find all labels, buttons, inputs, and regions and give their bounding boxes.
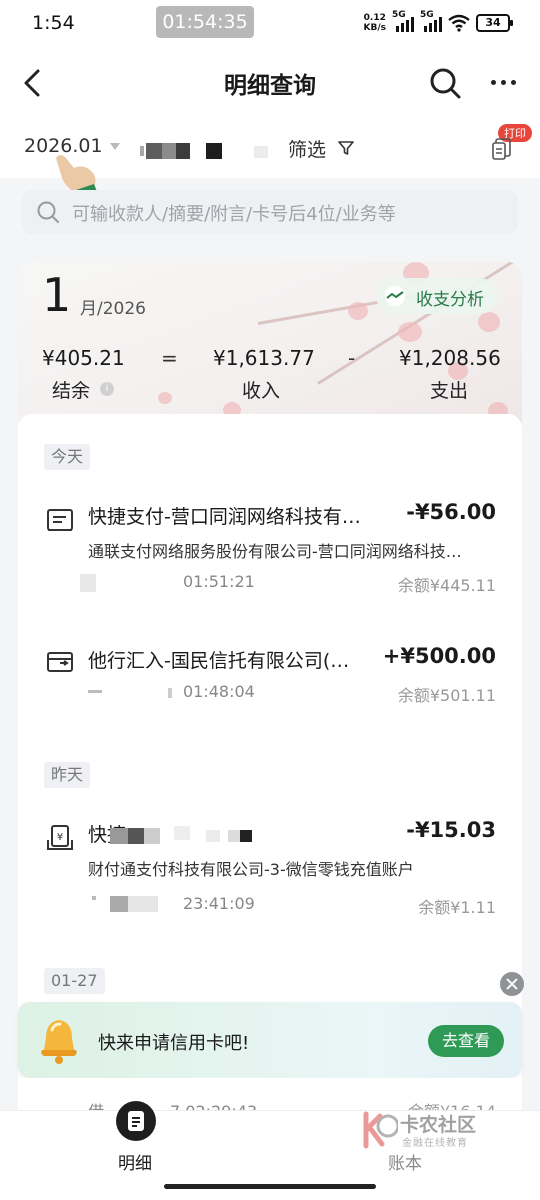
transaction-title: 他行汇入-国民信托有限公司(… xyxy=(88,650,350,672)
masked-info xyxy=(92,894,162,912)
watermark-logo: 卡农社区 金融在线教育 xyxy=(362,1110,482,1154)
transaction-row[interactable]: 他行汇入-国民信托有限公司(… +¥500.00 01:48:04 余额¥501… xyxy=(18,644,522,724)
transaction-row[interactable]: ¥ 快捷 -¥15.03 财付通支付科技有限公司-3-微信零钱充值账户 23:4… xyxy=(18,818,522,928)
minus-sign: - xyxy=(348,346,356,370)
chevron-down-icon[interactable] xyxy=(110,143,120,150)
search-icon[interactable] xyxy=(428,66,462,100)
signal-icon-2: 5G xyxy=(420,10,442,32)
summary-month-year: 月/2026 xyxy=(80,299,146,319)
receipt-icon xyxy=(46,506,74,534)
credit-card-promo-banner[interactable]: 快来申请信用卡吧! 去查看 xyxy=(18,1002,522,1078)
balance-value: ¥405.21 xyxy=(42,346,125,370)
bell-icon xyxy=(36,1016,82,1066)
yuan-document-icon: ¥ xyxy=(46,824,74,852)
signal-icon: 5G xyxy=(392,10,414,32)
analysis-label: 收支分析 xyxy=(416,290,484,310)
transaction-time: 01:51:21 xyxy=(183,572,255,591)
status-time: 1:54 xyxy=(32,12,75,34)
month-summary-card: 1 月/2026 收支分析 ¥405.21 = ¥1,613.77 - ¥1,2… xyxy=(18,262,522,432)
transaction-row[interactable]: 快捷支付-营口同润网络科技有… -¥56.00 通联支付网络服务股份有限公司-营… xyxy=(18,500,522,610)
close-icon[interactable] xyxy=(500,972,524,996)
expense-label: 支出 xyxy=(430,380,469,402)
promo-view-button[interactable]: 去查看 xyxy=(428,1025,504,1057)
transaction-desc: 财付通支付科技有限公司-3-微信零钱充值账户 xyxy=(88,860,414,879)
masked-account xyxy=(140,143,270,159)
transaction-balance: 余额¥1.11 xyxy=(418,898,496,917)
decor-blossom xyxy=(478,312,500,332)
transaction-desc: 通联支付网络服务股份有限公司-营口同润网络科技… xyxy=(88,542,462,561)
equals-sign: = xyxy=(161,346,178,370)
decor-blossom xyxy=(398,322,422,342)
search-icon xyxy=(36,200,60,224)
tab-label: 明细 xyxy=(118,1154,152,1174)
watermark-name: 卡农社区 xyxy=(400,1114,477,1136)
nav-bar: 明细查询 xyxy=(0,46,540,120)
transaction-amount: -¥56.00 xyxy=(406,500,496,524)
tab-details[interactable]: 明细 xyxy=(0,1101,270,1187)
funnel-icon[interactable] xyxy=(338,140,354,156)
transaction-amount: -¥15.03 xyxy=(406,818,496,842)
summary-day: 1 xyxy=(42,268,72,322)
svg-text:¥: ¥ xyxy=(57,832,63,843)
section-jan-27: 01-27 xyxy=(44,968,105,994)
trend-line-icon xyxy=(384,286,406,306)
transaction-balance: 余额¥16.14 xyxy=(408,1098,496,1110)
home-indicator[interactable] xyxy=(164,1184,376,1189)
masked-info xyxy=(80,574,96,592)
transaction-amount: +¥500.00 xyxy=(382,644,496,668)
transfer-card-icon xyxy=(46,648,74,676)
search-input[interactable]: 可输收款人/摘要/附言/卡号后4位/业务等 xyxy=(22,190,518,234)
watermark-emblem-icon xyxy=(362,1110,400,1150)
filter-row: 2026.01 筛选 打印 xyxy=(0,120,540,200)
transaction-time: 01:48:04 xyxy=(183,682,255,701)
decor-blossom xyxy=(348,302,368,320)
masked-info xyxy=(110,826,300,844)
network-speed: 0.12 KB/s xyxy=(363,13,386,33)
transaction-row-partial[interactable]: 借7 02:29:43 余额¥16.14 xyxy=(18,1078,522,1110)
status-bar: 1:54 01:54:35 0.12 KB/s 5G 5G 34 xyxy=(0,0,540,46)
balance-label: 结余 xyxy=(52,380,91,402)
filter-button[interactable]: 筛选 xyxy=(288,135,326,162)
income-label: 收入 xyxy=(242,380,281,402)
income-value: ¥1,613.77 xyxy=(213,346,315,370)
transaction-balance: 余额¥501.11 xyxy=(397,686,496,705)
section-today: 今天 xyxy=(44,444,91,470)
transaction-time: 23:41:09 xyxy=(183,894,255,913)
info-icon[interactable]: i xyxy=(100,382,114,396)
transaction-balance: 余额¥445.11 xyxy=(397,576,496,595)
transaction-title: 快捷支付-营口同润网络科技有… xyxy=(88,506,361,528)
screen-clock-overlay: 01:54:35 xyxy=(156,6,254,38)
promo-text: 快来申请信用卡吧! xyxy=(98,1033,250,1054)
more-dots-icon[interactable] xyxy=(491,80,516,85)
search-placeholder: 可输收款人/摘要/附言/卡号后4位/业务等 xyxy=(72,204,396,225)
battery-icon: 34 xyxy=(476,14,513,32)
print-icon[interactable] xyxy=(492,138,512,160)
wifi-icon xyxy=(448,14,470,32)
masked-info xyxy=(88,684,174,702)
status-indicators: 0.12 KB/s 5G 5G 34 xyxy=(363,10,513,36)
expense-value: ¥1,208.56 xyxy=(399,346,501,370)
watermark-subtitle: 金融在线教育 xyxy=(402,1138,468,1149)
decor-blossom xyxy=(158,392,172,404)
section-yesterday: 昨天 xyxy=(44,762,91,788)
income-expense-analysis-button[interactable]: 收支分析 xyxy=(376,278,498,314)
